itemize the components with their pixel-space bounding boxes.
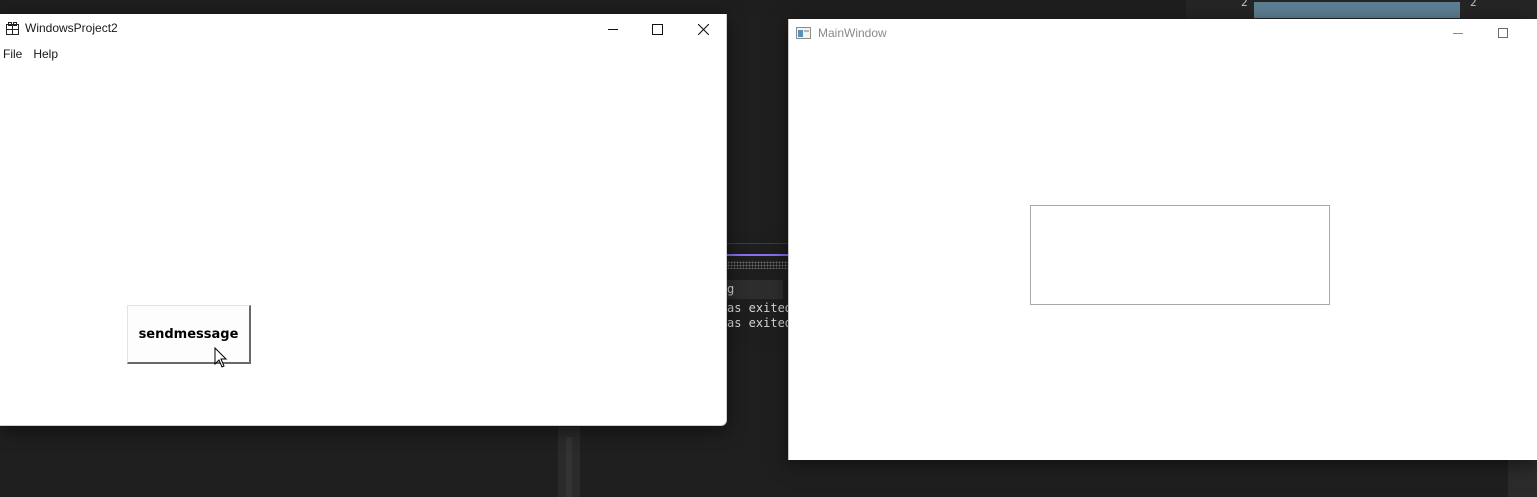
output-line: g (727, 282, 735, 296)
menu-item-help[interactable]: Help (30, 44, 62, 64)
minimize-button[interactable] (1435, 19, 1480, 47)
text-box[interactable] (1030, 205, 1330, 305)
menu-item-file[interactable]: File (0, 44, 26, 64)
close-icon (698, 23, 709, 35)
minimize-icon (1452, 33, 1463, 34)
mouse-cursor-icon (214, 347, 228, 368)
window-title: WindowsProject2 (25, 21, 118, 35)
maximize-button[interactable] (635, 14, 680, 44)
maximize-icon (652, 23, 663, 35)
background-number: 2 (1241, 0, 1248, 9)
maximize-button[interactable] (1480, 19, 1525, 47)
title-bar[interactable]: WindowsProject2 (0, 14, 726, 44)
background-divider (558, 427, 580, 497)
background-bar (1254, 2, 1460, 18)
mainwindow-window[interactable]: MainWindow (788, 19, 1537, 460)
app-window-icon (6, 22, 19, 35)
window-title: MainWindow (818, 26, 887, 40)
minimize-button[interactable] (590, 14, 635, 44)
menu-bar: File Help (0, 44, 66, 64)
sendmessage-button[interactable]: sendmessage (127, 305, 251, 364)
background-edge (1508, 460, 1537, 497)
windowsproject2-window[interactable]: WindowsProject2 File Help sendmessage (0, 14, 727, 426)
output-line: as exited (727, 301, 789, 315)
background-right-panel: 2 2 (1186, 0, 1537, 20)
close-button[interactable] (681, 14, 726, 44)
app-window-icon (796, 27, 811, 39)
maximize-icon (1497, 28, 1508, 38)
output-line: as exited (727, 316, 789, 330)
background-output-panel: g as exited as exited (727, 230, 789, 350)
background-number: 2 (1470, 0, 1477, 9)
minimize-icon (607, 29, 618, 30)
